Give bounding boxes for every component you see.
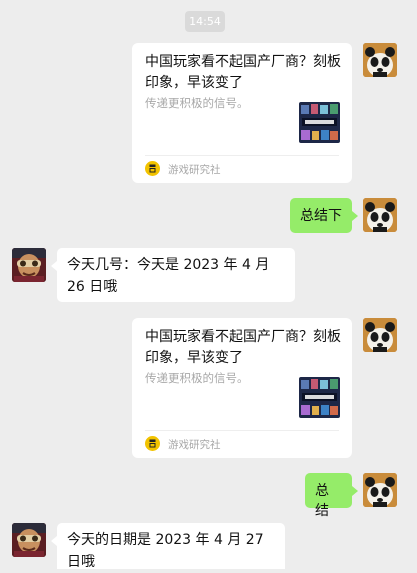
bubble-tail: [352, 486, 358, 496]
user-avatar[interactable]: [363, 473, 397, 507]
user-avatar[interactable]: [363, 43, 397, 77]
article-thumbnail: [299, 377, 340, 418]
article-card[interactable]: 中国玩家看不起国产厂商？刻板印象，早该变了 传递更积极的信号。 游戏研究社: [132, 318, 352, 458]
bot-avatar[interactable]: [12, 248, 46, 282]
article-card[interactable]: 中国玩家看不起国产厂商？刻板印象，早该变了 传递更积极的信号。 游戏研究社: [132, 43, 352, 183]
timestamp: 14:54: [185, 11, 225, 32]
article-source: 游戏研究社: [168, 164, 221, 176]
article-thumbnail: [299, 102, 340, 143]
sent-message[interactable]: 总结下: [290, 198, 352, 233]
article-title: 中国玩家看不起国产厂商？刻板印象，早该变了: [145, 54, 341, 91]
source-logo-icon: [145, 161, 160, 176]
card-divider: [145, 430, 339, 431]
article-description: 传递更积极的信号。: [145, 371, 249, 385]
user-avatar[interactable]: [363, 198, 397, 232]
card-divider: [145, 155, 339, 156]
message-text: 总结: [315, 483, 329, 519]
received-message[interactable]: 今天的日期是 2023 年 4 月 27 日哦: [57, 523, 285, 570]
message-text: 总结下: [300, 208, 342, 224]
article-description: 传递更积极的信号。: [145, 96, 249, 110]
bubble-tail: [352, 211, 358, 221]
article-source: 游戏研究社: [168, 439, 221, 451]
message-text: 今天几号：今天是 2023 年 4 月 26 日哦: [67, 257, 270, 295]
bot-avatar[interactable]: [12, 523, 46, 557]
sent-message[interactable]: 总结: [305, 473, 352, 519]
received-message[interactable]: 今天几号：今天是 2023 年 4 月 26 日哦: [57, 248, 295, 302]
user-avatar[interactable]: [363, 318, 397, 352]
source-logo-icon: [145, 436, 160, 451]
message-text: 今天的日期是 2023 年 4 月 27 日哦: [67, 532, 264, 570]
article-title: 中国玩家看不起国产厂商？刻板印象，早该变了: [145, 329, 341, 366]
